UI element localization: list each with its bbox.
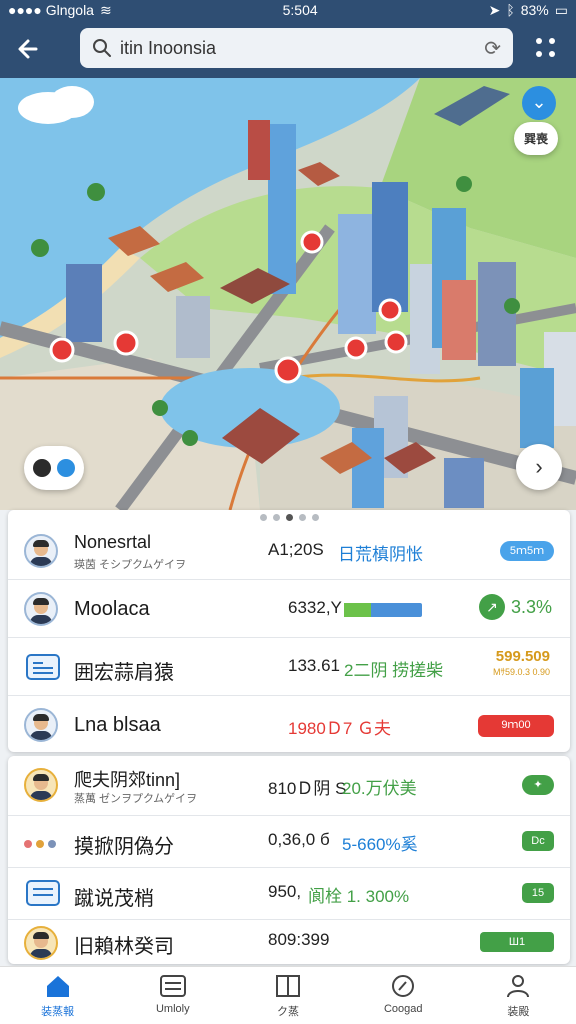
carrier-label: ●●●● Glngola: [8, 2, 94, 18]
clock: 5:504: [282, 2, 318, 18]
list-item[interactable]: Moolaca 6332,Y ↗ 3.3%: [8, 580, 570, 638]
layer-icon: [33, 459, 51, 477]
secondary-panel: 爬夫阴郊tinn] 蒸萬 ゼンヲプクムゲイヲ 810Ｄ阴 S 20.万伏美 ✦ …: [8, 756, 570, 964]
battery-label: 83%: [520, 2, 549, 18]
location-icon: ➤: [488, 1, 501, 18]
list-icon: [159, 975, 186, 997]
item-name: Lna blsaa: [74, 714, 161, 736]
avatar: [24, 592, 58, 626]
avatar: [24, 708, 58, 742]
item-name: 摸掀阴偽分: [74, 836, 174, 858]
grid-dots-icon[interactable]: [536, 38, 558, 60]
status-badge[interactable]: ✦: [522, 775, 554, 795]
item-value: 0,36,0 б: [268, 830, 330, 849]
item-value: 950,: [268, 882, 302, 901]
item-name: 囲宏蒜肩猿: [74, 662, 174, 684]
gold-value-main: 599.509: [495, 648, 550, 665]
item-value: 6332,Y: [288, 598, 342, 617]
progress-bar: [344, 603, 422, 617]
results-panel: Nonesrtal 瑛茵 そシプクムゲイヲ A1;20S 日荒槙阴怅 5ｍ5ｍ …: [8, 510, 570, 752]
nav-compass[interactable]: Coogad: [346, 967, 461, 1024]
item-name: Moolaca: [74, 598, 150, 620]
item-value-secondary: 2二阴 捞搓柴: [344, 661, 444, 680]
gold-value: 599.509 Mｻ59.0.3 0.90: [493, 648, 550, 678]
item-value: 810Ｄ阴 S: [268, 779, 347, 798]
city-map[interactable]: ⌄ 巽喪 ›: [0, 78, 576, 510]
progress-fill: [344, 603, 372, 617]
map-illustration: [0, 78, 576, 510]
item-subtitle: 瑛茵 そシプクムゲイヲ: [74, 559, 186, 571]
status-badge[interactable]: 5ｍ5ｍ: [500, 541, 554, 561]
nav-label: ク蒸: [277, 1006, 299, 1018]
battery-icon: ▭: [554, 1, 568, 18]
wifi-icon: ≋: [99, 1, 112, 18]
status-bar: ●●●● Glngola ≋ 5:504 ➤ ᛒ 83% ▭: [0, 0, 576, 20]
list-item[interactable]: 旧賴林癸司 809:399 Ш1: [8, 920, 570, 964]
search-icon: [93, 39, 111, 57]
nav-label: Coogad: [383, 1003, 423, 1015]
item-value: 133.61: [288, 656, 340, 675]
list-item[interactable]: Lna blsaa 1980Ｄ7 Ｇ夫 9ｍ00: [8, 696, 570, 752]
trend-indicator: ↗ 3.3%: [478, 594, 552, 620]
list-item[interactable]: 囲宏蒜肩猿 133.61 2二阴 捞搓柴 599.509 Mｻ59.0.3 0.…: [8, 638, 570, 696]
next-button[interactable]: ›: [516, 444, 562, 490]
card-icon: [26, 654, 60, 680]
search-bar[interactable]: itin Inoonsia ⟳: [80, 28, 513, 68]
card-icon: [26, 880, 60, 906]
book-icon: [276, 975, 300, 997]
map-badge[interactable]: 巽喪: [513, 122, 558, 155]
compass-icon: [392, 975, 415, 997]
item-value: A1;20S: [268, 540, 324, 559]
profile-icon: [507, 975, 530, 998]
item-subtitle: 蒸萬 ゼンヲプクムゲイヲ: [74, 793, 197, 805]
nav-list[interactable]: Umloly: [115, 967, 230, 1024]
nav-profile[interactable]: 装殿: [461, 967, 576, 1024]
back-button[interactable]: [14, 34, 48, 64]
avatar: [24, 926, 58, 960]
chevron-down-icon[interactable]: ⌄: [522, 86, 556, 120]
item-name: 爬夫阴郊tinn]: [74, 770, 181, 790]
avatar: [24, 534, 58, 568]
status-badge[interactable]: 15: [522, 883, 554, 903]
status-badge[interactable]: Ш1: [480, 932, 554, 952]
search-input[interactable]: itin Inoonsia: [120, 38, 216, 59]
item-value: 1980Ｄ7 Ｇ夫: [288, 719, 391, 738]
item-name: 旧賴林癸司: [74, 936, 174, 958]
trend-up-icon: ↗: [478, 594, 505, 620]
item-name: Nonesrtal: [74, 532, 152, 552]
layers-button[interactable]: [24, 446, 84, 490]
home-icon: [46, 976, 69, 997]
chevron-right-icon: ›: [535, 454, 543, 479]
item-value-secondary: 5-660%奚: [342, 835, 418, 854]
item-value-secondary: 日荒槙阴怅: [338, 545, 423, 564]
nav-label: 装蒸報: [41, 1006, 75, 1018]
colored-dots-icon: [24, 840, 56, 848]
app-header: itin Inoonsia ⟳: [0, 20, 576, 78]
item-value-secondary: 20.万伏美: [342, 779, 417, 798]
arrow-left-icon: [18, 39, 38, 59]
bottom-navigation: 装蒸報 Umloly ク蒸 Coogad 装殿: [0, 966, 576, 1024]
refresh-icon[interactable]: ⟳: [484, 36, 501, 61]
nav-label: Umloly: [155, 1003, 190, 1015]
status-badge[interactable]: 9ｍ00: [478, 715, 554, 737]
avatar: [24, 768, 58, 802]
nav-label: 装殿: [507, 1006, 530, 1018]
globe-icon: [57, 459, 75, 477]
list-item[interactable]: 蹴说茂梢 950, 阆栓 1. 300% 15: [8, 868, 570, 920]
nav-book[interactable]: ク蒸: [230, 967, 345, 1024]
gold-value-sub: Mｻ59.0.3 0.90: [492, 667, 550, 677]
nav-home[interactable]: 装蒸報: [0, 967, 115, 1024]
list-item[interactable]: Nonesrtal 瑛茵 そシプクムゲイヲ A1;20S 日荒槙阴怅 5ｍ5ｍ: [8, 522, 570, 580]
list-item[interactable]: 爬夫阴郊tinn] 蒸萬 ゼンヲプクムゲイヲ 810Ｄ阴 S 20.万伏美 ✦: [8, 756, 570, 816]
list-item[interactable]: 摸掀阴偽分 0,36,0 б 5-660%奚 Dc: [8, 816, 570, 868]
item-value-secondary: 阆栓 1. 300%: [308, 887, 410, 906]
status-badge[interactable]: Dc: [522, 831, 554, 851]
bluetooth-icon: ᛒ: [506, 2, 515, 18]
item-name: 蹴说茂梢: [74, 888, 154, 910]
trend-value: 3.3%: [510, 596, 552, 617]
item-value: 809:399: [268, 930, 330, 949]
page-indicator[interactable]: [8, 514, 570, 521]
